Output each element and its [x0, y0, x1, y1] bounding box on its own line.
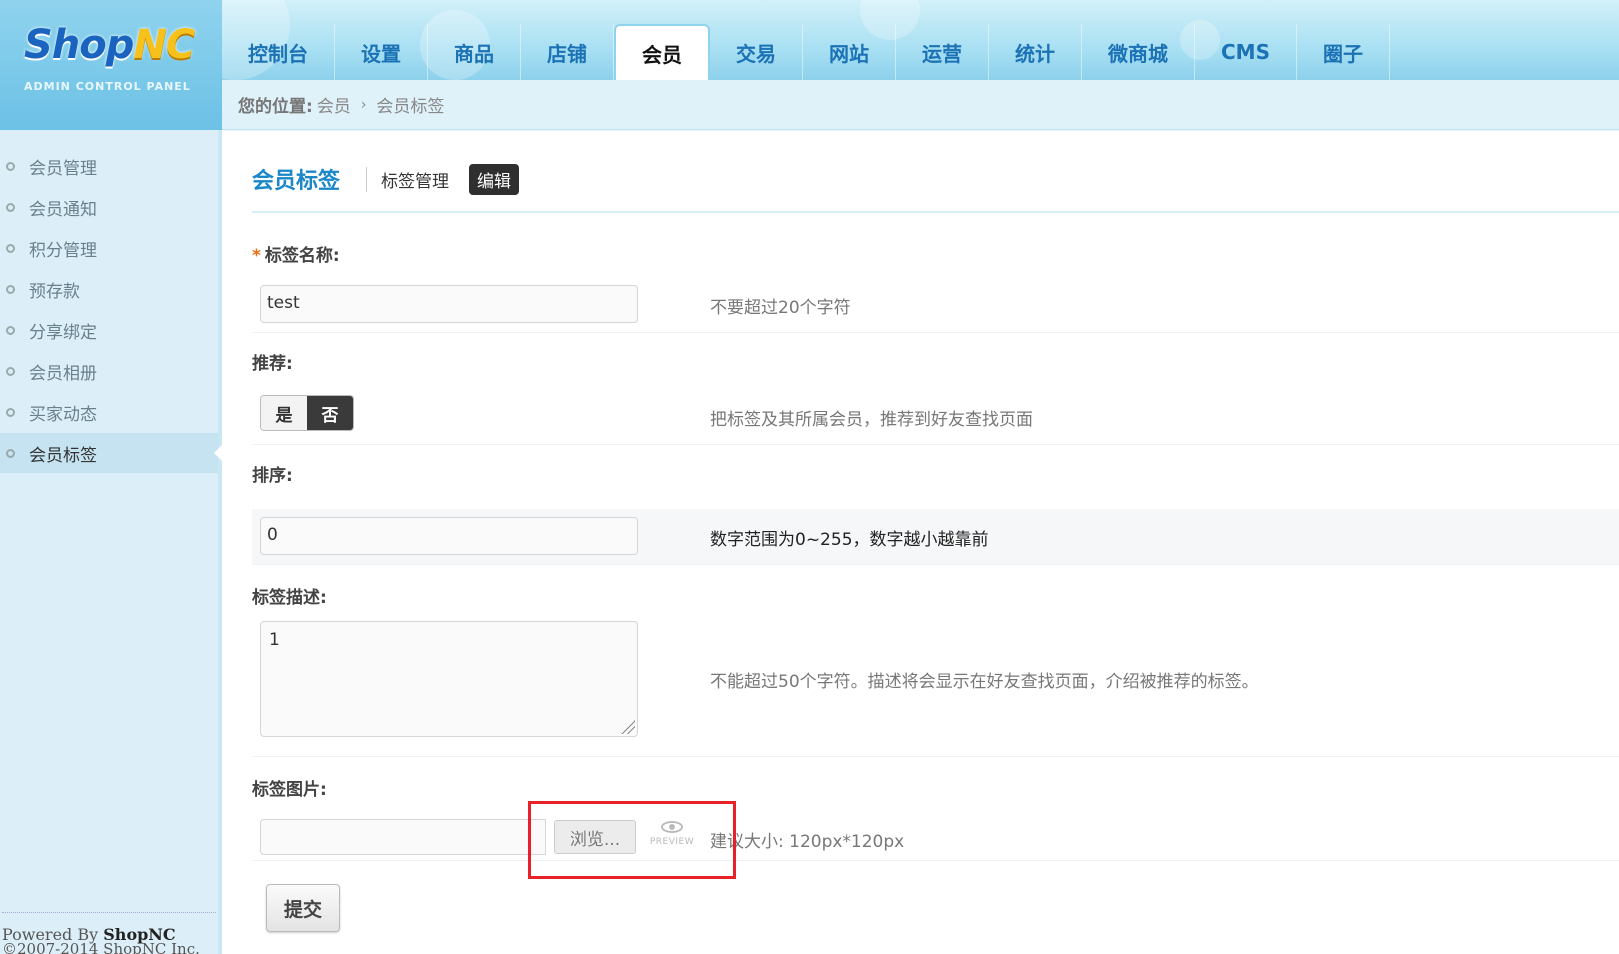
recommend-hint: 把标签及其所属会员，推荐到好友查找页面 — [710, 410, 1033, 430]
sort-field-row: 0 数字范围为0~255，数字越小越靠前 — [252, 509, 1619, 565]
main-nav: 控制台 设置 商品 店铺 会员 交易 网站 运营 统计 微商城 CMS 圈子 — [222, 24, 1390, 80]
nav-item-circle[interactable]: 圈子 — [1297, 24, 1390, 80]
circle-bullet-icon — [6, 284, 15, 294]
nav-item-goods[interactable]: 商品 — [428, 24, 521, 80]
sidebar-item-share-bind[interactable]: 分享绑定 — [0, 310, 218, 350]
name-label-row: * 标签名称: — [252, 241, 1619, 266]
sidebar-item-member-manage[interactable]: 会员管理 — [0, 146, 218, 186]
name-field-row: test 不要超过20个字符 — [252, 277, 1619, 333]
logo-area: ShopNC ADMIN CONTROL PANEL — [0, 0, 222, 130]
nav-item-store[interactable]: 店铺 — [521, 24, 614, 80]
recommend-toggle: 是 否 — [260, 395, 354, 431]
main-content: 会员标签 标签管理 编辑 * 标签名称: test 不要超过20个字符 推荐: 是… — [222, 131, 1619, 954]
tabs-divider — [252, 211, 1619, 213]
tag-description-hint: 不能超过50个字符。描述将会显示在好友查找页面，介绍被推荐的标签。 — [710, 672, 1259, 692]
sidebar-item-album[interactable]: 会员相册 — [0, 351, 218, 391]
nav-item-member[interactable]: 会员 — [614, 24, 710, 80]
breadcrumb-level2: 会员标签 — [376, 97, 445, 117]
nav-item-website[interactable]: 网站 — [803, 24, 896, 80]
tag-name-input[interactable]: test — [260, 285, 638, 323]
nav-item-settings[interactable]: 设置 — [335, 24, 428, 80]
breadcrumb-prefix: 您的位置: — [238, 97, 313, 117]
tag-description-textarea[interactable]: 1 — [260, 621, 638, 737]
recommend-no-button[interactable]: 否 — [307, 396, 353, 430]
tag-name-hint: 不要超过20个字符 — [710, 298, 851, 318]
page-title: 会员标签 — [252, 169, 341, 194]
recommend-label-row: 推荐: — [252, 349, 1619, 374]
highlight-box — [528, 801, 736, 879]
recommend-yes-button[interactable]: 是 — [261, 396, 307, 430]
sidebar-item-label: 会员通知 — [29, 199, 97, 220]
nav-item-microshop[interactable]: 微商城 — [1082, 24, 1195, 80]
image-field-row: 浏览... PREVIEW 建议大小: 120px*120px — [252, 811, 1619, 861]
name-label-text: 标签名称: — [264, 246, 340, 266]
nav-item-trade[interactable]: 交易 — [710, 24, 803, 80]
desc-field-row: 1 不能超过50个字符。描述将会显示在好友查找页面，介绍被推荐的标签。 — [252, 621, 1619, 757]
recommend-field-row: 是 否 把标签及其所属会员，推荐到好友查找页面 — [252, 385, 1619, 445]
sidebar-item-buyer-feed[interactable]: 买家动态 — [0, 392, 218, 432]
sidebar-item-label: 分享绑定 — [29, 322, 97, 343]
sidebar-item-points[interactable]: 积分管理 — [0, 228, 218, 268]
sidebar-item-member-tag[interactable]: 会员标签 — [0, 433, 222, 473]
circle-bullet-icon — [6, 161, 15, 171]
breadcrumb-level1[interactable]: 会员 — [317, 92, 351, 117]
name-label: * 标签名称: — [252, 246, 340, 266]
sidebar-item-label: 会员相册 — [29, 363, 97, 384]
sidebar-item-label: 预存款 — [29, 281, 80, 302]
circle-bullet-icon — [6, 448, 15, 458]
sidebar-item-label: 会员标签 — [29, 445, 97, 466]
circle-bullet-icon — [6, 366, 15, 376]
sort-label: 排序: — [252, 466, 293, 486]
image-label-row: 标签图片: — [252, 775, 1619, 800]
sidebar-item-deposit[interactable]: 预存款 — [0, 269, 218, 309]
page-tabs: 会员标签 标签管理 编辑 — [252, 163, 520, 195]
logo-text-nc: NC — [133, 22, 195, 68]
resize-handle-icon[interactable] — [621, 720, 635, 734]
logo-text-shop: Shop — [24, 22, 134, 68]
tab-edit[interactable]: 编辑 — [469, 163, 520, 195]
sidebar-item-member-notice[interactable]: 会员通知 — [0, 187, 218, 227]
sort-hint: 数字范围为0~255，数字越小越靠前 — [710, 530, 989, 550]
desc-label: 标签描述: — [252, 588, 327, 608]
sort-label-row: 排序: — [252, 461, 1619, 486]
sidebar-item-label: 会员管理 — [29, 158, 97, 179]
nav-item-cms[interactable]: CMS — [1195, 24, 1297, 80]
circle-bullet-icon — [6, 407, 15, 417]
sidebar-item-label: 买家动态 — [29, 404, 97, 425]
circle-bullet-icon — [6, 202, 15, 212]
copyright: ©2007-2014 ShopNC Inc. — [2, 940, 200, 954]
tag-description-value: 1 — [269, 630, 280, 650]
nav-item-dashboard[interactable]: 控制台 — [222, 24, 335, 80]
sidebar: 会员管理 会员通知 积分管理 预存款 分享绑定 会员相册 买家动态 会员标签 P… — [0, 130, 222, 954]
sidebar-item-label: 积分管理 — [29, 240, 97, 261]
recommend-label: 推荐: — [252, 354, 293, 374]
breadcrumb-separator: › — [360, 96, 367, 113]
image-size-hint: 建议大小: 120px*120px — [710, 832, 905, 852]
nav-item-operation[interactable]: 运营 — [896, 24, 989, 80]
logo[interactable]: ShopNC — [24, 22, 195, 68]
logo-subtitle: ADMIN CONTROL PANEL — [24, 80, 191, 93]
desc-label-row: 标签描述: — [252, 583, 1619, 608]
circle-bullet-icon — [6, 243, 15, 253]
image-label: 标签图片: — [252, 780, 327, 800]
circle-bullet-icon — [6, 325, 15, 335]
submit-button[interactable]: 提交 — [266, 884, 340, 932]
breadcrumb: 您的位置: 会员 › 会员标签 — [222, 80, 1619, 130]
nav-item-stats[interactable]: 统计 — [989, 24, 1082, 80]
sort-input[interactable]: 0 — [260, 517, 638, 555]
image-file-input[interactable] — [260, 819, 546, 855]
tab-tag-manage[interactable]: 标签管理 — [366, 166, 463, 192]
required-mark: * — [252, 246, 261, 266]
